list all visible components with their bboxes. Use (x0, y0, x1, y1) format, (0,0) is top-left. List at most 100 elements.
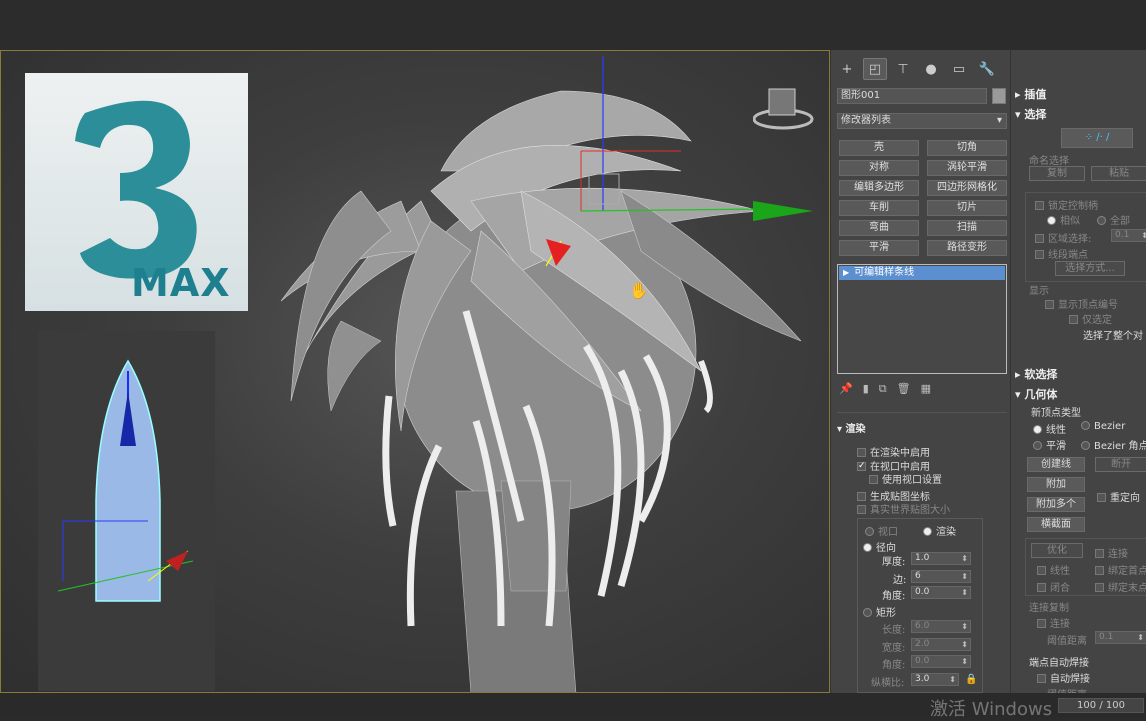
selection-info-text: 选择了整个对 (1083, 331, 1143, 342)
modifier-button[interactable]: 编辑多边形 (839, 180, 919, 196)
length-label: 长度: (882, 625, 906, 636)
modifier-button[interactable]: 平滑 (839, 240, 919, 256)
bezier-radio[interactable]: Bezier (1081, 421, 1125, 432)
aspect-spinner[interactable]: 3.0 (911, 673, 959, 686)
sides-spinner[interactable]: 6 (911, 570, 971, 583)
closed-checkbox[interactable]: 闭合 (1037, 579, 1070, 594)
renderer-radio[interactable]: 渲染 (923, 523, 956, 538)
width-spinner[interactable]: 2.0 (911, 638, 971, 651)
expand-triangle-icon[interactable]: ▶ (843, 268, 849, 277)
create-line-button[interactable]: 创建线 (1027, 457, 1085, 472)
sides-label: 边: (893, 575, 907, 586)
logo-text: MAX (131, 261, 231, 305)
lock-aspect-icon[interactable]: 🔒 (965, 674, 977, 685)
smooth-radio[interactable]: 平滑 (1033, 437, 1066, 452)
object-name-field[interactable]: 图形001 (837, 88, 987, 104)
perspective-viewport[interactable]: MAX ✋ (0, 50, 830, 693)
modifier-button[interactable]: 路径变形 (927, 240, 1007, 256)
modify-tab-icon[interactable]: ◰ (863, 58, 887, 80)
reorient-checkbox[interactable]: 重定向 (1097, 489, 1140, 504)
subobject-level-icons[interactable]: ⁘ ∕· ∕ (1061, 128, 1133, 148)
command-panel-tabs: + ◰ ⊤ ● ▭ 🔧 (835, 58, 1007, 82)
bind-last-checkbox[interactable]: 绑定末点 (1095, 579, 1146, 594)
area-selection-spinner[interactable]: 0.1 (1111, 229, 1146, 242)
modifier-button[interactable]: 切片 (927, 200, 1007, 216)
linear-checkbox[interactable]: 线性 (1037, 562, 1070, 577)
frame-counter[interactable]: 100 / 100 (1058, 698, 1144, 713)
stack-item-editable-spline[interactable]: ▶ 可编辑样条线 (839, 266, 1005, 280)
hierarchy-tab-icon[interactable]: ⊤ (891, 58, 915, 80)
display-tab-icon[interactable]: ▭ (947, 58, 971, 80)
area-selection-checkbox[interactable]: 区域选择: (1035, 230, 1091, 245)
configure-sets-icon[interactable]: ▦ (921, 382, 931, 396)
break-button[interactable]: 断开 (1095, 457, 1146, 472)
lock-handles-checkbox[interactable]: 锁定控制柄 (1035, 197, 1098, 212)
modifier-button[interactable]: 四边形网格化 (927, 180, 1007, 196)
auto-weld-checkbox[interactable]: 自动焊接 (1037, 670, 1090, 685)
modifier-button[interactable]: 对称 (839, 160, 919, 176)
alike-radio[interactable]: 相似 (1047, 212, 1080, 227)
all-radio[interactable]: 全部 (1097, 212, 1130, 227)
aspect-label: 纵横比: (871, 678, 905, 689)
modifier-button[interactable]: 壳 (839, 140, 919, 156)
create-tab-icon[interactable]: + (835, 58, 859, 80)
modifier-button[interactable]: 弯曲 (839, 220, 919, 236)
modifier-button[interactable]: 车削 (839, 200, 919, 216)
command-panel: + ◰ ⊤ ● ▭ 🔧 图形001 修改器列表 ▾ 壳 切角 对称 涡轮平滑 编… (830, 50, 1010, 693)
show-end-result-icon[interactable]: ▮ (863, 382, 869, 396)
rollout-divider (837, 412, 1007, 418)
viewcube-icon[interactable] (752, 81, 815, 134)
rendering-rollout-header[interactable]: ▾ 渲染 (837, 422, 997, 438)
enable-in-renderer-checkbox[interactable]: 在渲染中启用 (857, 444, 930, 459)
viewport-radio[interactable]: 视口 (865, 523, 898, 538)
angle2-label: 角度: (882, 660, 906, 671)
soft-selection-rollout-header[interactable]: ▸ 软选择 (1015, 366, 1057, 382)
object-color-swatch[interactable] (992, 88, 1006, 104)
rendering-rollout-title: 渲染 (845, 424, 866, 435)
angle-spinner[interactable]: 0.0 (911, 586, 971, 599)
utilities-tab-icon[interactable]: 🔧 (975, 58, 999, 80)
selected-only-checkbox[interactable]: 仅选定 (1069, 311, 1112, 326)
modifier-stack[interactable]: ▶ 可编辑样条线 (837, 264, 1007, 374)
angle2-spinner[interactable]: 0.0 (911, 655, 971, 668)
length-spinner[interactable]: 6.0 (911, 620, 971, 633)
thickness-spinner[interactable]: 1.0 (911, 552, 971, 565)
modifier-button[interactable]: 涡轮平滑 (927, 160, 1007, 176)
copy-button[interactable]: 复制 (1029, 166, 1085, 181)
use-viewport-settings-checkbox[interactable]: 使用视口设置 (869, 471, 942, 486)
modifier-button[interactable]: 扫描 (927, 220, 1007, 236)
show-vertex-numbers-checkbox[interactable]: 显示顶点编号 (1045, 296, 1118, 311)
modifier-button[interactable]: 切角 (927, 140, 1007, 156)
collapse-icon: ▾ (837, 424, 846, 435)
bezier-corner-radio[interactable]: Bezier 角点 (1081, 437, 1146, 452)
threshold-label: 阈值距离 (1047, 636, 1087, 647)
real-world-map-size-checkbox[interactable]: 真实世界贴图大小 (857, 501, 950, 516)
geometry-rollout-header[interactable]: ▾ 几何体 (1015, 386, 1057, 402)
attach-button[interactable]: 附加 (1027, 477, 1085, 492)
make-unique-icon[interactable]: ⧉ (879, 382, 887, 396)
top-toolbar-area (0, 0, 1146, 50)
connect-copy-label: 连接复制 (1029, 603, 1069, 614)
modifier-list-dropdown[interactable]: 修改器列表 ▾ (837, 113, 1007, 129)
rectangular-radio[interactable]: 矩形 (863, 604, 896, 619)
refine-button[interactable]: 优化 (1031, 543, 1083, 558)
cross-section-button[interactable]: 横截面 (1027, 517, 1085, 532)
bind-first-checkbox[interactable]: 绑定首点 (1095, 562, 1146, 577)
motion-tab-icon[interactable]: ● (919, 58, 943, 80)
threshold-spinner[interactable]: 0.1 (1095, 631, 1146, 644)
attach-multiple-button[interactable]: 附加多个 (1027, 497, 1085, 512)
pin-stack-icon[interactable]: 📌 (839, 382, 853, 396)
paste-button[interactable]: 粘贴 (1091, 166, 1146, 181)
interpolation-rollout-header[interactable]: ▸ 插值 (1015, 86, 1046, 102)
segment-end-checkbox[interactable]: 线段端点 (1035, 246, 1088, 261)
display-group-label: 显示 (1029, 286, 1049, 297)
selection-rollout-header[interactable]: ▾ 选择 (1015, 106, 1046, 122)
linear-radio[interactable]: 线性 (1033, 421, 1066, 436)
connect-copy-checkbox[interactable]: 连接 (1037, 615, 1070, 630)
remove-modifier-icon[interactable]: 🗑 (897, 382, 911, 396)
connect-checkbox[interactable]: 连接 (1095, 545, 1128, 560)
end-auto-weld-label: 端点自动焊接 (1029, 658, 1089, 669)
new-vertex-type-label: 新顶点类型 (1031, 408, 1081, 419)
radial-radio[interactable]: 径向 (863, 539, 896, 554)
select-by-button[interactable]: 选择方式... (1055, 261, 1125, 276)
